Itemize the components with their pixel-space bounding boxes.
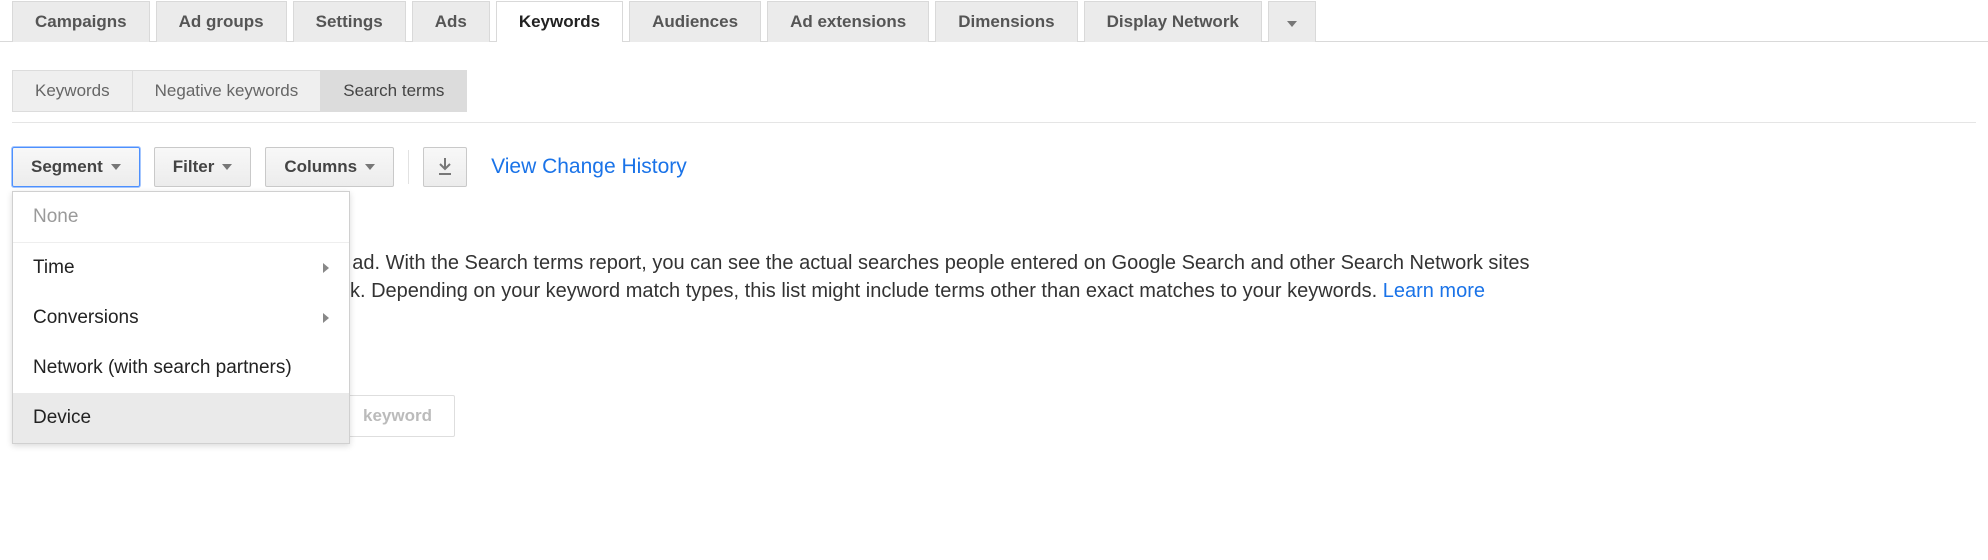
segment-menu: None Time Conversions Network (with sear… <box>12 191 350 444</box>
tab-audiences[interactable]: Audiences <box>629 1 761 42</box>
tab-keywords[interactable]: Keywords <box>496 1 623 42</box>
tab-settings[interactable]: Settings <box>293 1 406 42</box>
view-change-history-link[interactable]: View Change History <box>491 155 687 179</box>
search-terms-description: r ad. With the Search terms report, you … <box>340 249 1900 305</box>
tab-ads[interactable]: Ads <box>412 1 490 42</box>
main-tabs: Campaigns Ad groups Settings Ads Keyword… <box>0 0 1988 42</box>
columns-button[interactable]: Columns <box>265 147 394 187</box>
tab-ad-extensions[interactable]: Ad extensions <box>767 1 929 42</box>
tab-display-network[interactable]: Display Network <box>1084 1 1262 42</box>
subtab-negative-keywords[interactable]: Negative keywords <box>132 70 321 112</box>
toolbar: Segment Filter Columns View Change Histo… <box>12 147 1988 187</box>
download-button[interactable] <box>423 147 467 187</box>
description-line2: ck. Depending on your keyword match type… <box>340 280 1383 302</box>
segment-menu-none: None <box>13 192 349 243</box>
description-line1: r ad. With the Search terms report, you … <box>340 252 1530 274</box>
chevron-right-icon <box>323 263 329 273</box>
segment-menu-conversions[interactable]: Conversions <box>13 293 349 343</box>
tab-more-dropdown[interactable] <box>1268 1 1316 42</box>
tab-campaigns[interactable]: Campaigns <box>12 1 150 42</box>
subtab-search-terms[interactable]: Search terms <box>320 70 467 112</box>
toolbar-separator <box>408 150 409 184</box>
segment-menu-time[interactable]: Time <box>13 243 349 293</box>
segment-menu-time-label: Time <box>33 257 75 279</box>
sub-tabs: Keywords Negative keywords Search terms <box>12 70 1976 123</box>
chevron-down-icon <box>222 164 232 170</box>
download-icon <box>437 158 453 176</box>
segment-menu-conversions-label: Conversions <box>33 307 139 329</box>
tab-ad-groups[interactable]: Ad groups <box>156 1 287 42</box>
segment-menu-network-label: Network (with search partners) <box>33 357 292 379</box>
columns-button-label: Columns <box>284 157 357 177</box>
chevron-down-icon <box>111 164 121 170</box>
segment-button[interactable]: Segment <box>12 147 140 187</box>
segment-menu-device[interactable]: Device <box>13 393 349 443</box>
filter-button-label: Filter <box>173 157 215 177</box>
chevron-down-icon <box>1287 21 1297 27</box>
keyword-button-fragment: keyword <box>340 395 455 437</box>
segment-menu-device-label: Device <box>33 407 91 429</box>
learn-more-link[interactable]: Learn more <box>1383 280 1485 302</box>
subtab-keywords[interactable]: Keywords <box>12 70 132 112</box>
segment-button-label: Segment <box>31 157 103 177</box>
tab-dimensions[interactable]: Dimensions <box>935 1 1077 42</box>
chevron-right-icon <box>323 313 329 323</box>
segment-menu-none-label: None <box>33 206 78 228</box>
segment-menu-network[interactable]: Network (with search partners) <box>13 343 349 393</box>
chevron-down-icon <box>365 164 375 170</box>
filter-button[interactable]: Filter <box>154 147 252 187</box>
